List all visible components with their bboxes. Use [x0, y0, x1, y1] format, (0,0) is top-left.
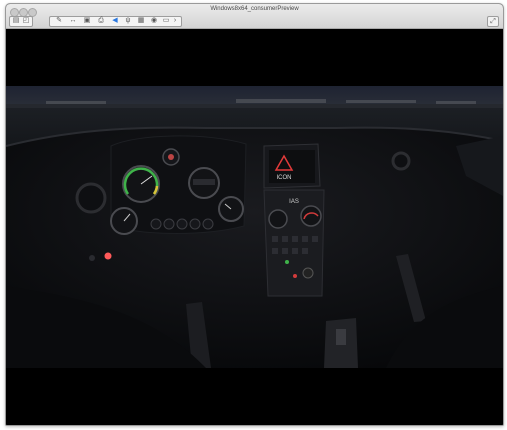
chevron-right-icon[interactable]: › — [171, 15, 179, 26]
console-gauge-left — [268, 209, 288, 229]
left-air-vent — [75, 182, 107, 214]
snapshot-icon[interactable]: ◰ — [20, 15, 32, 26]
settings-wrench-icon[interactable]: ✎ — [53, 15, 65, 26]
center-console-panel — [263, 189, 325, 297]
right-air-vent — [391, 151, 411, 171]
status-led-red — [293, 274, 297, 278]
throttle-lever — [336, 329, 346, 345]
resize-arrows-icon[interactable]: ↔ — [67, 15, 79, 26]
usb-icon[interactable]: ψ — [122, 15, 134, 26]
window-title: Windows8x64_consumerPreview — [210, 6, 299, 12]
flight-sim-cockpit-view[interactable]: ICON IAS — [6, 86, 503, 368]
small-gauge-top-needle — [168, 154, 174, 160]
fullscreen-icon[interactable]: ⤢ — [487, 16, 499, 27]
sound-icon[interactable]: ◀ — [109, 15, 121, 26]
vm-window: Windows8x64_consumerPreview ▤ ◰ ✎ ↔ ▣ ⎙ … — [5, 3, 504, 426]
dash-button — [89, 255, 95, 261]
printer-icon[interactable]: ⎙ — [95, 15, 107, 26]
cockpit-illustration: ICON IAS — [6, 86, 503, 368]
title-bar: Windows8x64_consumerPreview ▤ ◰ ✎ ↔ ▣ ⎙ … — [6, 4, 503, 29]
console-knob — [302, 267, 314, 279]
mfd-logo-text: ICON — [277, 175, 292, 181]
vm-display[interactable]: ICON IAS — [6, 29, 503, 425]
lock-icon[interactable]: ▦ — [135, 15, 147, 26]
status-led-green — [285, 260, 289, 264]
harddisk-icon[interactable]: ▣ — [81, 15, 93, 26]
panel-badge: IAS — [289, 199, 299, 205]
cdrom-icon[interactable]: ◉ — [148, 15, 160, 26]
glowing-red-button — [104, 252, 112, 260]
attitude-horizon-bar — [193, 179, 215, 185]
